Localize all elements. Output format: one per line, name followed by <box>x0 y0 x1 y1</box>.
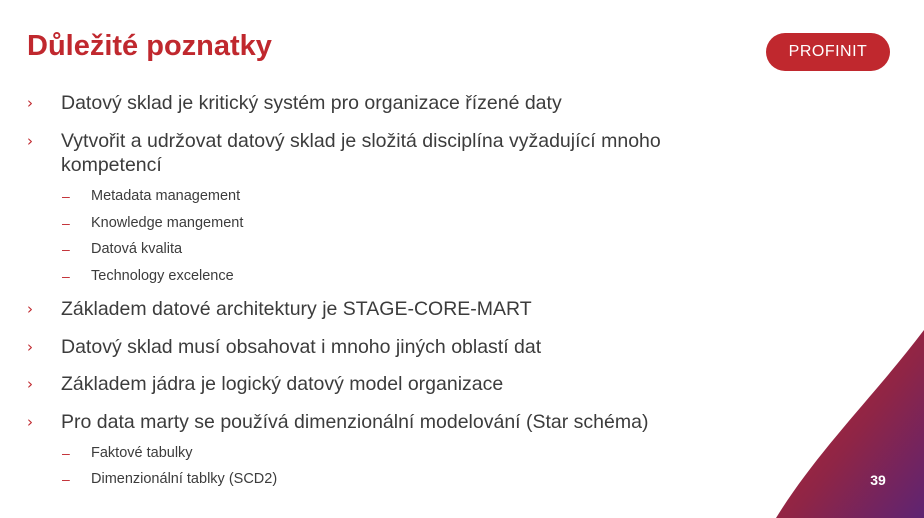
corner-decoration <box>776 330 924 518</box>
slide-title: Důležité poznatky <box>27 30 272 62</box>
sub-bullet-text: Datová kvalita <box>91 241 183 257</box>
bullet-marker: › <box>27 94 33 112</box>
bullet-text: Základem jádra je logický datový model o… <box>61 373 504 395</box>
bullet-marker: › <box>27 413 33 431</box>
bullet-marker: › <box>27 338 33 356</box>
sub-bullet-marker: – <box>62 471 70 487</box>
sub-bullet-marker: – <box>62 241 70 257</box>
bullet-marker: › <box>27 300 33 318</box>
sub-bullet-marker: – <box>62 188 70 204</box>
bullet-text: Základem datové architektury je STAGE-CO… <box>61 298 532 320</box>
logo-text: PROFINIT <box>788 43 868 60</box>
page-number: 39 <box>870 472 886 488</box>
bullet-text: Datový sklad musí obsahovat i mnoho jiný… <box>61 336 542 358</box>
sub-bullet-marker: – <box>62 268 70 284</box>
bullet-text: Vytvořit a udržovat datový sklad je slož… <box>61 130 661 176</box>
sub-bullet-text: Dimenzionální tablky (SCD2) <box>91 471 278 487</box>
slide: Důležité poznatky PROFINIT › Datový skla… <box>0 0 924 518</box>
bullet-text: Datový sklad je kritický systém pro orga… <box>61 92 562 114</box>
sub-bullet-text: Technology excelence <box>91 268 234 284</box>
bullet-marker: › <box>27 375 33 393</box>
sub-bullet-marker: – <box>62 215 70 231</box>
bullet-marker: › <box>27 132 33 150</box>
sub-bullet-text: Faktové tabulky <box>91 445 193 461</box>
sub-bullet-text: Metadata management <box>91 188 241 204</box>
profinit-logo: PROFINIT <box>766 33 890 71</box>
sub-bullet-marker: – <box>62 445 70 461</box>
sub-bullet-text: Knowledge mangement <box>91 215 244 231</box>
bullet-text: Pro data marty se používá dimenzionální … <box>61 411 649 433</box>
